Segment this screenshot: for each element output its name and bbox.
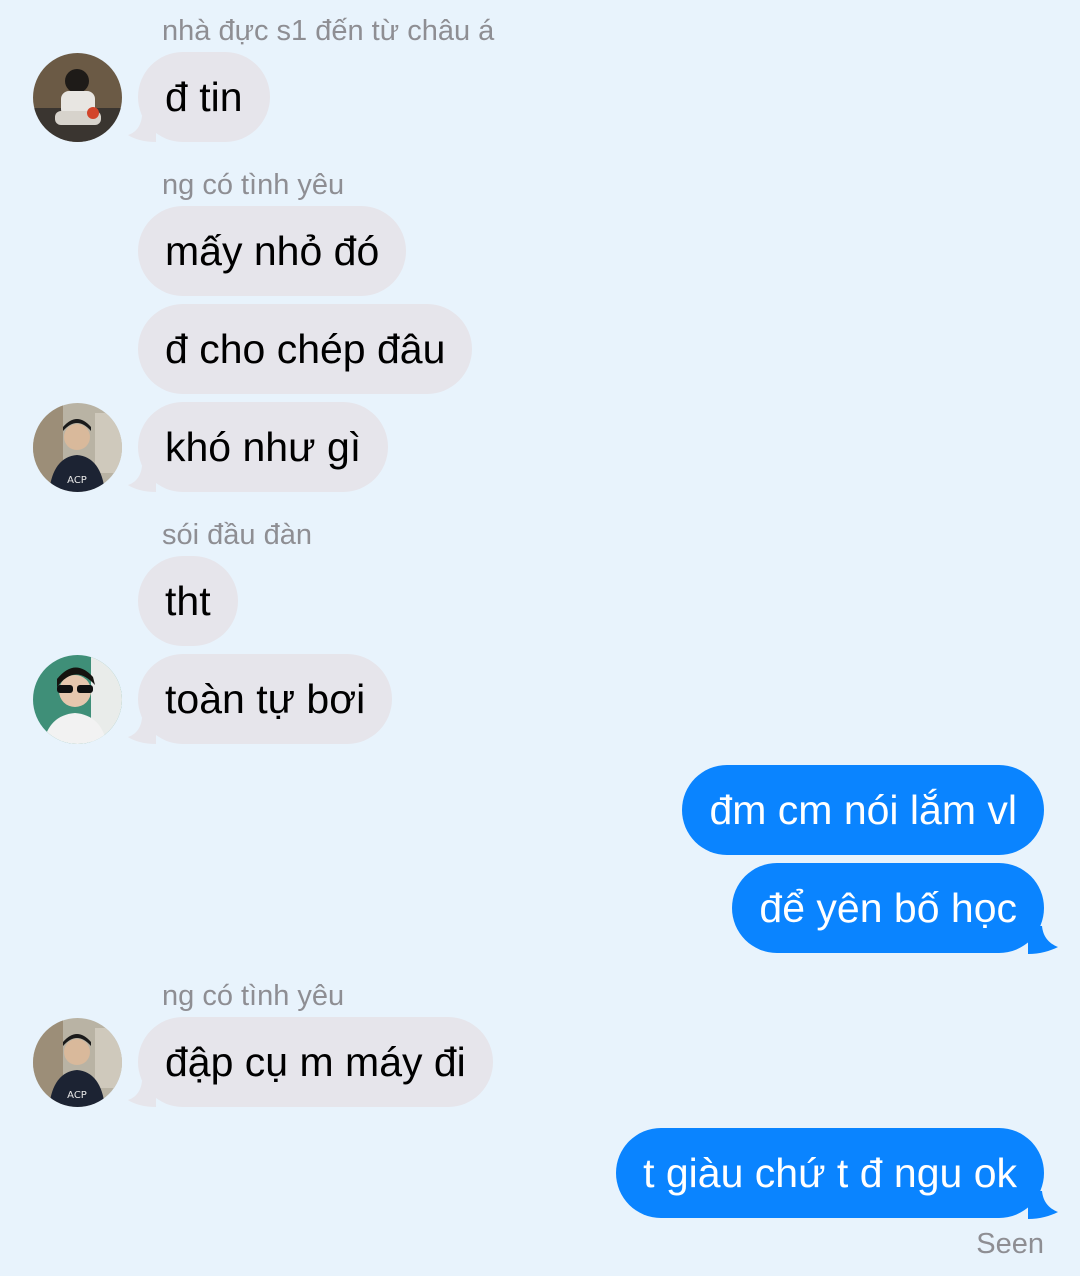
avatar-icon[interactable] <box>33 655 122 744</box>
svg-text:ACP: ACP <box>67 475 87 486</box>
svg-text:ACP: ACP <box>67 1090 87 1101</box>
incoming-message-bubble[interactable]: tht <box>138 556 238 646</box>
outgoing-message-bubble[interactable]: để yên bố học <box>732 863 1044 953</box>
sender-name: nhà đực s1 đến từ châu á <box>162 15 495 47</box>
chat-thread: nhà đực s1 đến từ châu á đ tin ng có tìn… <box>0 0 1080 1276</box>
outgoing-message-bubble[interactable]: t giàu chứ t đ ngu ok <box>616 1128 1044 1218</box>
incoming-message-bubble[interactable]: toàn tự bơi <box>138 654 393 744</box>
sender-name: sói đầu đàn <box>162 519 312 551</box>
incoming-message-bubble[interactable]: mấy nhỏ đó <box>138 206 407 296</box>
incoming-message-bubble[interactable]: đập cụ m máy đi <box>138 1017 493 1107</box>
sender-name: ng có tình yêu <box>162 980 345 1012</box>
incoming-message-bubble[interactable]: khó như gì <box>138 402 389 492</box>
sender-name: ng có tình yêu <box>162 169 345 201</box>
seen-status: Seen <box>976 1228 1044 1260</box>
incoming-message-bubble[interactable]: đ cho chép đâu <box>138 304 473 394</box>
outgoing-message-bubble[interactable]: đm cm nói lắm vl <box>682 765 1044 855</box>
incoming-message-bubble[interactable]: đ tin <box>138 52 270 142</box>
avatar-icon[interactable] <box>33 53 122 142</box>
avatar-icon[interactable]: ACP <box>33 403 122 492</box>
avatar-icon[interactable]: ACP <box>33 1018 122 1107</box>
